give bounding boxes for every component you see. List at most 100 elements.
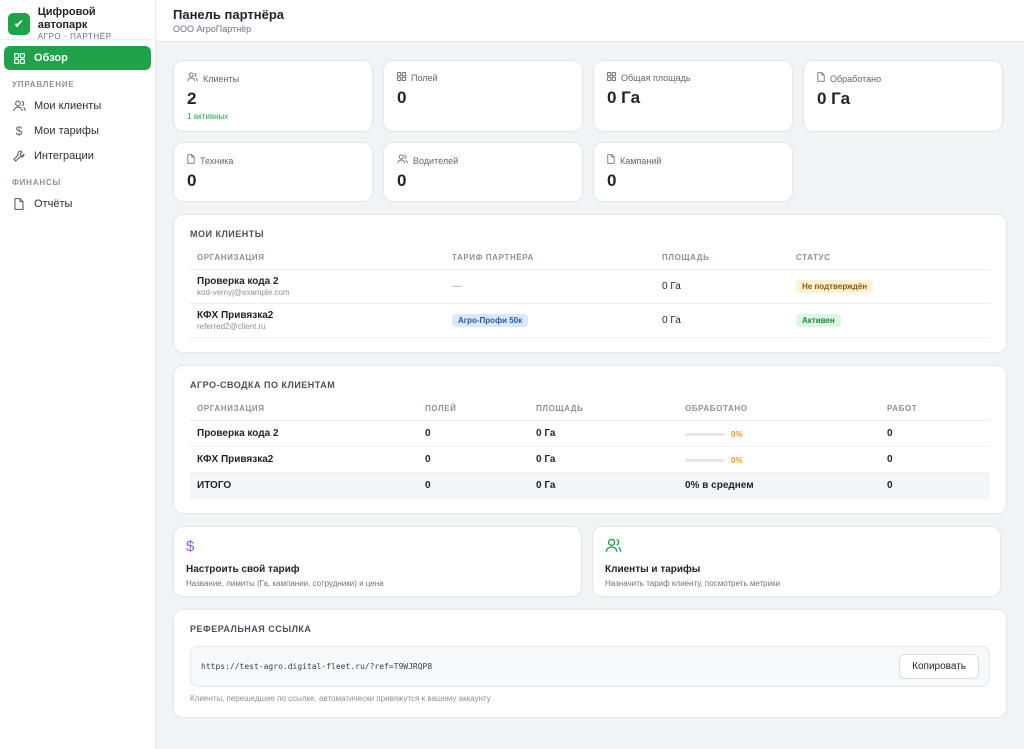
action-title: Клиенты и тарифы <box>605 563 701 575</box>
org-name: Проверка кода 2 <box>197 276 279 287</box>
column-header: ПЛОЩАДЬ <box>529 404 678 421</box>
stat-value: 0 <box>397 171 407 190</box>
stat-label: Обработано <box>830 73 882 84</box>
grid-icon <box>12 52 26 64</box>
sidebar-item-overview[interactable]: Обзор <box>4 46 151 70</box>
referral-card: РЕФЕРАЛЬНАЯ ССЫЛКА https://test-agro.dig… <box>173 608 1007 718</box>
agro-summary-card: АГРО-СВОДКА ПО КЛИЕНТАМ ОРГАНИЗАЦИЯ ПОЛЕ… <box>173 365 1007 514</box>
referral-note: Клиенты, перешедшие по ссылке, автоматич… <box>190 693 491 703</box>
table-row[interactable]: Проверка кода 2 kod-vernyj@example.com —… <box>190 269 990 304</box>
stat-label: Общая площадь <box>621 73 691 83</box>
works-cell: 0 <box>880 472 990 499</box>
sidebar-item-reports[interactable]: Отчёты <box>4 192 151 216</box>
brand: ✔ Цифровой автопарк АГРО · ПАРТНЁР <box>0 0 155 41</box>
fields-cell: 0 <box>418 472 529 499</box>
file-icon <box>187 154 195 167</box>
users-icon <box>605 538 988 558</box>
works-cell: 0 <box>880 446 990 473</box>
action-title: Настроить свой тариф <box>186 563 300 575</box>
copy-button[interactable]: Копировать <box>899 653 979 679</box>
org-name: Проверка кода 2 <box>190 420 418 447</box>
quick-actions: $ Настроить свой тариф Название, лимиты … <box>173 525 1007 597</box>
table-row[interactable]: Проверка кода 2 0 0 Га 0% 0 <box>190 420 990 447</box>
dollar-icon: $ <box>15 124 23 138</box>
card-title: АГРО-СВОДКА ПО КЛИЕНТАМ <box>190 380 336 390</box>
configure-tariff-card[interactable]: $ Настроить свой тариф Название, лимиты … <box>173 525 582 597</box>
users-icon <box>397 154 408 167</box>
org-name: КФХ Привязка2 <box>190 446 418 473</box>
progress: 0% <box>685 430 743 439</box>
column-header: ОРГАНИЗАЦИЯ <box>190 404 418 421</box>
stat-card-machinery: Техника 0 <box>173 142 373 202</box>
processed-cell: 0% в среднем <box>678 472 880 499</box>
nav-section-management: УПРАВЛЕНИЕ <box>12 80 75 89</box>
sidebar-item-integrations[interactable]: Интеграции <box>4 144 151 168</box>
users-icon <box>12 100 26 112</box>
fields-cell: 0 <box>418 446 529 473</box>
sidebar-item-label: Обзор <box>34 52 68 64</box>
fields-cell: 0 <box>418 420 529 447</box>
stat-value: 0 <box>607 171 617 190</box>
referral-url[interactable]: https://test-agro.digital-fleet.ru/?ref=… <box>201 662 432 671</box>
stat-card-campaigns: Кампаний 0 <box>593 142 793 202</box>
file-icon <box>607 154 615 167</box>
sidebar-item-my-tariffs[interactable]: $ Мои тарифы <box>4 119 151 143</box>
column-header: ОБРАБОТАНО <box>678 404 880 421</box>
table-row[interactable]: КФХ Привязка2 0 0 Га 0% 0 <box>190 446 990 473</box>
stat-value: 0 <box>397 88 407 107</box>
table-row[interactable]: КФХ Привязка2 referred2@client.ru Агро-П… <box>190 303 990 338</box>
stat-value: 0 <box>187 171 197 190</box>
area-cell: 0 Га <box>655 303 789 338</box>
stat-label: Водителей <box>413 155 459 166</box>
stat-card-drivers: Водителей 0 <box>383 142 583 202</box>
column-header: СТАТУС <box>789 253 990 270</box>
column-header: ОРГАНИЗАЦИЯ <box>190 253 445 270</box>
org-name: КФХ Привязка2 <box>197 310 274 321</box>
stat-value: 0 Га <box>817 89 851 108</box>
column-header: РАБОТ <box>880 404 990 421</box>
stat-card-clients: Клиенты 2 1 активных <box>173 60 373 132</box>
org-email: referred2@client.ru <box>197 322 266 331</box>
org-name: ООО АгроПартнёр <box>173 24 252 34</box>
dollar-icon: $ <box>186 537 195 555</box>
users-icon <box>187 72 198 85</box>
clients-tariffs-card[interactable]: Клиенты и тарифы Назначить тариф клиенту… <box>592 525 1001 597</box>
column-header: ТАРИФ ПАРТНЁРА <box>445 253 655 270</box>
stat-card-processed: Обработано 0 Га <box>803 60 1003 132</box>
stat-card-area: Общая площадь 0 Га <box>593 60 793 132</box>
wrench-icon <box>12 150 26 162</box>
action-desc: Название, лимиты (Га, кампании, сотрудни… <box>186 578 384 588</box>
stat-card-fields: Полей 0 <box>383 60 583 132</box>
sidebar-item-label: Мои клиенты <box>34 100 102 112</box>
agro-summary-table: ОРГАНИЗАЦИЯ ПОЛЕЙ ПЛОЩАДЬ ОБРАБОТАНО РАБ… <box>190 404 990 499</box>
action-desc: Назначить тариф клиенту, посмотреть метр… <box>605 578 781 588</box>
stat-label: Клиенты <box>203 73 240 84</box>
stat-value: 2 <box>187 89 197 108</box>
sidebar-item-my-clients[interactable]: Мои клиенты <box>4 94 151 118</box>
sidebar-item-label: Отчёты <box>34 198 73 210</box>
sidebar-item-label: Мои тарифы <box>34 125 99 137</box>
stat-label: Техника <box>200 155 234 166</box>
grid-icon <box>397 72 407 84</box>
brand-logo-icon: ✔ <box>8 12 30 35</box>
nav-section-finance: ФИНАНСЫ <box>12 178 62 187</box>
stat-label: Кампаний <box>620 155 662 166</box>
clients-table: ОРГАНИЗАЦИЯ ТАРИФ ПАРТНЁРА ПЛОЩАДЬ СТАТУ… <box>190 253 990 338</box>
stat-hint: 1 активных <box>187 112 229 121</box>
brand-subtitle: АГРО · ПАРТНЁР <box>37 31 112 41</box>
works-cell: 0 <box>880 420 990 447</box>
org-email: kod-vernyj@example.com <box>197 288 290 297</box>
area-cell: 0 Га <box>529 420 678 447</box>
file-icon <box>817 72 825 85</box>
area-cell: 0 Га <box>655 269 789 304</box>
sidebar-nav: Обзор УПРАВЛЕНИЕ Мои клиенты $ Мои тариф… <box>0 40 155 223</box>
stat-value: 0 Га <box>607 88 641 107</box>
brand-name: Цифровой автопарк <box>37 5 96 31</box>
card-title: МОИ КЛИЕНТЫ <box>190 229 265 239</box>
tariff-cell: — <box>445 269 655 304</box>
tariff-badge: Агро-Профи 50к <box>452 314 529 327</box>
progress: 0% <box>685 456 743 465</box>
progress-bar <box>685 459 725 462</box>
area-cell: 0 Га <box>529 472 678 499</box>
stat-label: Полей <box>411 73 438 83</box>
